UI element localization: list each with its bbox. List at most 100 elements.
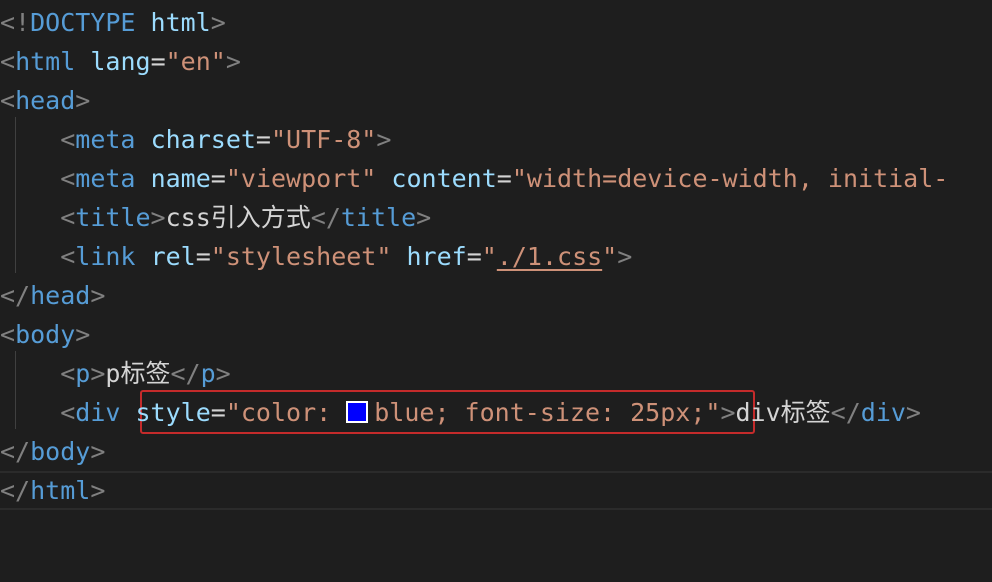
code-token-punc: > <box>90 359 106 388</box>
code-token-punc: > <box>90 476 106 505</box>
code-token-tag: meta <box>75 125 136 154</box>
code-token-punc: </ <box>830 398 861 427</box>
code-token-text: css引入方式 <box>165 203 311 232</box>
code-token-tag: div <box>75 398 121 427</box>
code-token-text: div标签 <box>735 398 831 427</box>
code-token-punc: < <box>60 242 76 271</box>
code-line[interactable]: <meta charset="UTF-8"> <box>0 120 992 159</box>
code-token-punc: < <box>60 398 76 427</box>
code-line[interactable]: <div style="color: blue; font-size: 25px… <box>0 393 992 432</box>
code-line[interactable]: <html lang="en"> <box>0 42 992 81</box>
code-token-attr: style <box>135 398 211 427</box>
code-token-tag: meta <box>75 164 136 193</box>
code-token-punc: </ <box>170 359 201 388</box>
code-token-str: "viewport" <box>225 164 377 193</box>
code-token-punc: < <box>60 125 76 154</box>
code-line[interactable]: <link rel="stylesheet" href="./1.css"> <box>0 237 992 276</box>
code-token-tag: link <box>75 242 136 271</box>
code-token-attr: lang <box>90 47 151 76</box>
code-line[interactable]: </head> <box>0 276 992 315</box>
code-token-attr: href <box>406 242 467 271</box>
code-line[interactable]: <body> <box>0 315 992 354</box>
code-token-punc: > <box>225 47 241 76</box>
code-token-punc: > <box>75 86 91 115</box>
code-token-punc: </ <box>0 281 31 310</box>
code-token-punc: < <box>60 359 76 388</box>
code-token-attr: name <box>150 164 211 193</box>
code-token-tag: body <box>15 320 76 349</box>
code-token-attr: charset <box>150 125 256 154</box>
code-token-punc: > <box>720 398 736 427</box>
code-token-punc: < <box>0 320 16 349</box>
code-token-punc: > <box>617 242 633 271</box>
code-token-text: = <box>255 125 271 154</box>
code-token-punc: < <box>0 86 16 115</box>
code-token-punc: > <box>376 125 392 154</box>
code-token-punc: </ <box>310 203 341 232</box>
code-line[interactable]: <head> <box>0 81 992 120</box>
code-token-str: blue; font-size: 25px;" <box>374 398 721 427</box>
code-token-str: "color: <box>225 398 347 427</box>
code-line[interactable]: <!DOCTYPE html> <box>0 3 992 42</box>
color-swatch-icon[interactable] <box>346 401 369 423</box>
code-token-text: = <box>150 47 166 76</box>
code-token-text: = <box>466 242 482 271</box>
code-token-punc: > <box>90 281 106 310</box>
code-token-punc: > <box>150 203 166 232</box>
code-token-tag: title <box>75 203 151 232</box>
code-token-text: = <box>210 164 226 193</box>
code-token-text: p标签 <box>105 359 171 388</box>
code-token-tag: html <box>30 476 91 505</box>
code-token-str: "width=device-width, initial- <box>511 164 949 193</box>
code-token-punc: <! <box>0 8 31 37</box>
code-token-str: " <box>602 242 618 271</box>
code-token-punc: > <box>210 8 226 37</box>
code-token-punc: > <box>416 203 432 232</box>
code-token-str: " <box>481 242 497 271</box>
code-token-punc: < <box>60 164 76 193</box>
code-token-punc: > <box>905 398 921 427</box>
code-token-str: "UTF-8" <box>270 125 377 154</box>
code-token-tag: head <box>15 86 76 115</box>
code-token-punc: </ <box>0 476 31 505</box>
code-token-tag: p <box>200 359 216 388</box>
code-token-link[interactable]: ./1.css <box>497 242 602 271</box>
code-line[interactable]: <p>p标签</p> <box>0 354 992 393</box>
code-token-text: = <box>210 398 226 427</box>
code-token-tag: p <box>75 359 91 388</box>
code-token-attr: rel <box>150 242 196 271</box>
code-token-tag: title <box>340 203 417 232</box>
code-token-tag: body <box>30 437 91 466</box>
code-token-punc: </ <box>0 437 31 466</box>
code-token-tag: html <box>15 47 76 76</box>
code-line[interactable]: </body> <box>0 432 992 471</box>
code-editor[interactable]: <!DOCTYPE html> <html lang="en"> <head> <m… <box>0 0 992 582</box>
code-token-text: = <box>195 242 211 271</box>
code-token-punc: < <box>0 47 16 76</box>
code-token-text: = <box>496 164 512 193</box>
code-token-punc: < <box>60 203 76 232</box>
code-token-attr: content <box>391 164 497 193</box>
code-token-tag: head <box>30 281 91 310</box>
code-token-punc: > <box>215 359 231 388</box>
code-token-tag: div <box>860 398 906 427</box>
code-line[interactable]: <title>css引入方式</title> <box>0 198 992 237</box>
code-token-tag: DOCTYPE <box>30 8 136 37</box>
code-token-attr: html <box>150 8 211 37</box>
code-token-str: "stylesheet" <box>210 242 392 271</box>
code-line[interactable]: <meta name="viewport" content="width=dev… <box>0 159 992 198</box>
code-line[interactable]: </html> <box>0 471 992 510</box>
